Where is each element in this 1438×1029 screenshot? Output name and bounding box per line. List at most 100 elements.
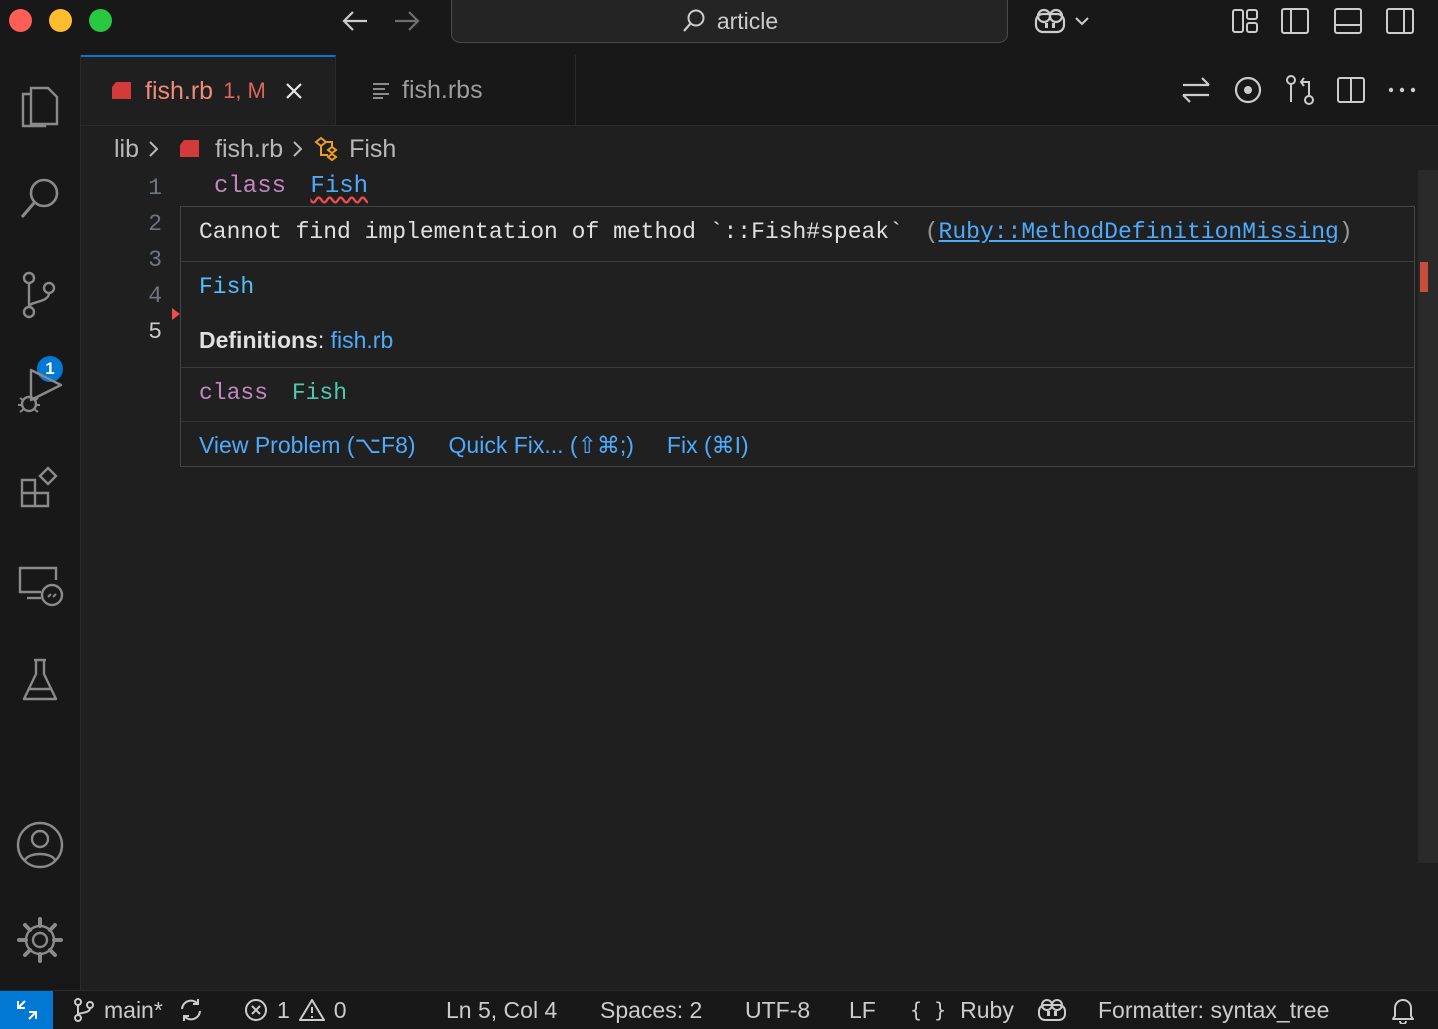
- tab-label: fish.rb: [145, 76, 214, 105]
- account-icon[interactable]: [0, 815, 80, 875]
- breadcrumb: lib fish.rb Fish: [114, 132, 396, 166]
- back-arrow-icon[interactable]: [340, 8, 370, 34]
- chevron-right-icon: [147, 139, 161, 159]
- tab-fish-rbs[interactable]: fish.rbs: [336, 55, 576, 125]
- activity-bar: 1: [0, 55, 81, 990]
- copilot-icon: [1038, 999, 1066, 1021]
- error-icon: [245, 999, 267, 1021]
- search-icon: [681, 8, 707, 34]
- view-problem-link[interactable]: View Problem (⌥F8): [199, 432, 416, 459]
- editor-actions: [1180, 55, 1418, 125]
- toggle-secondary-sidebar-icon[interactable]: [1385, 6, 1415, 36]
- language-name: Ruby: [960, 996, 1014, 1023]
- fix-link[interactable]: Fix (⌘I): [667, 432, 749, 459]
- problem-code-link[interactable]: Ruby::MethodDefinitionMissing: [939, 219, 1339, 245]
- definitions-link[interactable]: fish.rb: [331, 327, 394, 353]
- source-control-icon[interactable]: [0, 265, 80, 325]
- git-branch-icon: [74, 998, 94, 1022]
- problems-status[interactable]: 1 0: [243, 991, 347, 1029]
- tab-fish-rb[interactable]: fish.rb 1, M: [81, 55, 336, 125]
- overview-ruler-error-mark: [1420, 262, 1428, 292]
- signature-row: class Fish: [181, 380, 1414, 406]
- braces-icon: { }: [910, 998, 947, 1022]
- extensions-icon[interactable]: [0, 457, 80, 517]
- ruby-file-icon: [179, 139, 201, 159]
- copilot-status[interactable]: [1036, 991, 1068, 1029]
- code-line-1[interactable]: class Fish: [214, 173, 368, 200]
- remote-explorer-icon[interactable]: [0, 555, 80, 615]
- class-symbol-icon: [313, 136, 341, 162]
- status-bar: main* 1 0 Ln 5, Col 4 Spaces: 2 UTF-8 LF…: [0, 990, 1438, 1029]
- line-number-active: 5: [148, 319, 162, 345]
- warning-count: 0: [333, 996, 347, 1023]
- compare-swap-icon[interactable]: [1180, 75, 1212, 105]
- more-actions-icon[interactable]: [1386, 75, 1418, 105]
- hover-symbol: Fish: [199, 274, 255, 300]
- paren-open: (: [924, 219, 939, 245]
- customize-layout-icon[interactable]: [1230, 6, 1260, 36]
- search-text: article: [716, 7, 779, 34]
- breadcrumb-file[interactable]: fish.rb: [215, 135, 283, 164]
- search-icon[interactable]: [0, 170, 80, 230]
- ruby-file-icon: [111, 81, 133, 101]
- quick-fix-link[interactable]: Quick Fix... (⇧⌘;): [449, 432, 634, 459]
- line-number: 1: [148, 175, 162, 201]
- remote-indicator[interactable]: [0, 991, 53, 1029]
- problem-message: Cannot find implementation of method `::…: [199, 219, 903, 245]
- formatter-status[interactable]: Formatter: syntax_tree: [1098, 991, 1329, 1029]
- chevron-right-icon: [291, 139, 305, 159]
- indentation-status[interactable]: Spaces: 2: [600, 991, 702, 1029]
- line-number: 2: [148, 211, 162, 237]
- breadcrumb-folder[interactable]: lib: [114, 135, 139, 164]
- toggle-panel-icon[interactable]: [1333, 6, 1363, 36]
- signature-name: Fish: [291, 380, 348, 406]
- branch-name: main*: [104, 996, 163, 1023]
- definitions-sep: :: [317, 327, 331, 353]
- zoom-window-button[interactable]: [89, 9, 112, 32]
- split-editor-icon[interactable]: [1336, 75, 1366, 105]
- line-number: 4: [148, 283, 162, 309]
- divider: [181, 367, 1414, 368]
- close-window-button[interactable]: [9, 9, 32, 32]
- manage-gear-icon[interactable]: [0, 910, 80, 970]
- testing-icon[interactable]: [0, 650, 80, 710]
- divider: [181, 261, 1414, 262]
- problem-message-row: Cannot find implementation of method `::…: [181, 219, 1414, 245]
- encoding-status[interactable]: UTF-8: [745, 991, 810, 1029]
- minimize-window-button[interactable]: [49, 9, 72, 32]
- hover-widget: Cannot find implementation of method `::…: [180, 206, 1415, 467]
- tab-status: 1, M: [223, 78, 266, 103]
- class-name-fish[interactable]: Fish: [310, 173, 368, 200]
- explorer-icon[interactable]: [0, 75, 80, 135]
- close-icon[interactable]: [284, 81, 304, 101]
- paren-close: ): [1338, 219, 1353, 245]
- language-status[interactable]: { } Ruby: [910, 991, 1014, 1029]
- text-file-icon: [372, 81, 390, 99]
- keyword-class: class: [214, 173, 287, 200]
- breadcrumb-symbol[interactable]: Fish: [349, 135, 396, 164]
- run-debug-icon[interactable]: [0, 360, 80, 420]
- compare-changes-icon[interactable]: [1284, 74, 1316, 106]
- open-changes-icon[interactable]: [1232, 74, 1264, 106]
- cursor-position[interactable]: Ln 5, Col 4: [446, 991, 557, 1029]
- command-center-search[interactable]: article: [451, 0, 1008, 43]
- tab-label: fish.rbs: [402, 75, 483, 104]
- sync-icon[interactable]: [177, 997, 205, 1023]
- copilot-menu[interactable]: [1032, 6, 1090, 36]
- warning-icon: [298, 999, 325, 1021]
- toggle-primary-sidebar-icon[interactable]: [1280, 6, 1310, 36]
- eol-status[interactable]: LF: [849, 991, 876, 1029]
- definitions-row: Definitions: fish.rb: [181, 327, 1414, 354]
- chevron-down-icon: [1075, 17, 1089, 26]
- remote-icon: [16, 1000, 37, 1020]
- copilot-icon: [1034, 8, 1066, 34]
- error-count: 1: [277, 996, 290, 1023]
- definitions-label: Definitions: [199, 327, 318, 353]
- line-number: 3: [148, 247, 162, 273]
- forward-arrow-icon[interactable]: [392, 8, 422, 34]
- signature-keyword: class: [199, 380, 269, 406]
- title-bar: article: [0, 0, 1438, 56]
- hover-actions: View Problem (⌥F8) Quick Fix... (⇧⌘;) Fi…: [181, 432, 1414, 459]
- notifications-bell-icon[interactable]: [1390, 991, 1416, 1029]
- branch-status[interactable]: main*: [72, 991, 205, 1029]
